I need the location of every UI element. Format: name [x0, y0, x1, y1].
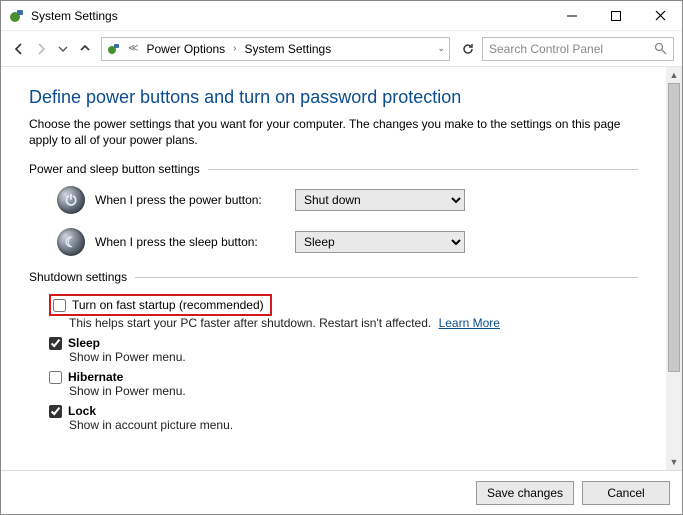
row-sleep-button: ☾ When I press the sleep button: Sleep [57, 228, 638, 256]
search-placeholder: Search Control Panel [489, 42, 653, 56]
maximize-button[interactable] [594, 1, 638, 31]
window-title: System Settings [31, 9, 118, 23]
sleep-checkbox[interactable] [49, 337, 62, 350]
option-hibernate: Hibernate Show in Power menu. [49, 370, 638, 398]
search-input[interactable]: Search Control Panel [482, 37, 674, 61]
breadcrumb-item-system-settings[interactable]: System Settings [243, 42, 334, 56]
divider [208, 169, 638, 170]
titlebar: System Settings [1, 1, 682, 31]
scroll-up-button[interactable]: ▲ [666, 67, 682, 83]
sleep-label: Sleep [68, 336, 100, 350]
breadcrumb-dropdown[interactable]: ⌄ [433, 43, 445, 54]
control-panel-icon [106, 41, 122, 57]
content-area: Define power buttons and turn on passwor… [1, 67, 682, 470]
search-icon [653, 42, 667, 56]
scroll-down-button[interactable]: ▼ [666, 454, 682, 470]
lock-checkbox[interactable] [49, 405, 62, 418]
highlight-fast-startup: Turn on fast startup (recommended) [49, 294, 272, 316]
fast-startup-desc-text: This helps start your PC faster after sh… [69, 316, 431, 330]
group-shutdown-label: Shutdown settings [29, 270, 127, 284]
option-lock: Lock Show in account picture menu. [49, 404, 638, 432]
page-intro: Choose the power settings that you want … [29, 116, 638, 148]
hibernate-checkbox[interactable] [49, 371, 62, 384]
hibernate-desc: Show in Power menu. [69, 384, 638, 398]
breadcrumb[interactable]: ≪ Power Options › System Settings ⌄ [101, 37, 450, 61]
back-button[interactable] [9, 37, 29, 61]
option-sleep: Sleep Show in Power menu. [49, 336, 638, 364]
up-button[interactable] [75, 37, 95, 61]
refresh-button[interactable] [456, 37, 480, 61]
fast-startup-desc: This helps start your PC faster after sh… [69, 316, 638, 330]
power-button-label: When I press the power button: [95, 193, 285, 207]
sleep-button-select[interactable]: Sleep [295, 231, 465, 253]
sleep-desc: Show in Power menu. [69, 350, 638, 364]
divider [135, 277, 638, 278]
forward-button[interactable] [31, 37, 51, 61]
close-button[interactable] [638, 1, 682, 31]
group-power-sleep-label: Power and sleep button settings [29, 162, 200, 176]
save-button[interactable]: Save changes [476, 481, 574, 505]
minimize-button[interactable] [550, 1, 594, 31]
window: System Settings ≪ Power O [0, 0, 683, 515]
content: Define power buttons and turn on passwor… [1, 67, 666, 470]
breadcrumb-sep: ≪ [126, 43, 140, 54]
chevron-right-icon: › [231, 43, 238, 54]
scroll-thumb[interactable] [668, 83, 680, 372]
breadcrumb-item-power-options[interactable]: Power Options [144, 42, 227, 56]
group-shutdown: Shutdown settings [29, 270, 638, 284]
scroll-track[interactable] [666, 83, 682, 454]
sleep-button-label: When I press the sleep button: [95, 235, 285, 249]
option-fast-startup: Turn on fast startup (recommended) This … [49, 294, 638, 330]
scrollbar[interactable]: ▲ ▼ [666, 67, 682, 470]
learn-more-link[interactable]: Learn More [439, 316, 500, 330]
cancel-button[interactable]: Cancel [582, 481, 670, 505]
history-dropdown[interactable] [53, 37, 73, 61]
navbar: ≪ Power Options › System Settings ⌄ Sear… [1, 31, 682, 67]
row-power-button: ⏻ When I press the power button: Shut do… [57, 186, 638, 214]
power-button-select[interactable]: Shut down [295, 189, 465, 211]
fast-startup-checkbox[interactable] [53, 299, 66, 312]
page-title: Define power buttons and turn on passwor… [29, 87, 638, 108]
power-icon: ⏻ [57, 186, 85, 214]
lock-label: Lock [68, 404, 96, 418]
lock-desc: Show in account picture menu. [69, 418, 638, 432]
app-icon [9, 8, 25, 24]
hibernate-label: Hibernate [68, 370, 123, 384]
footer: Save changes Cancel [1, 470, 682, 514]
fast-startup-label: Turn on fast startup (recommended) [72, 298, 264, 312]
sleep-icon: ☾ [57, 228, 85, 256]
group-power-sleep: Power and sleep button settings [29, 162, 638, 176]
